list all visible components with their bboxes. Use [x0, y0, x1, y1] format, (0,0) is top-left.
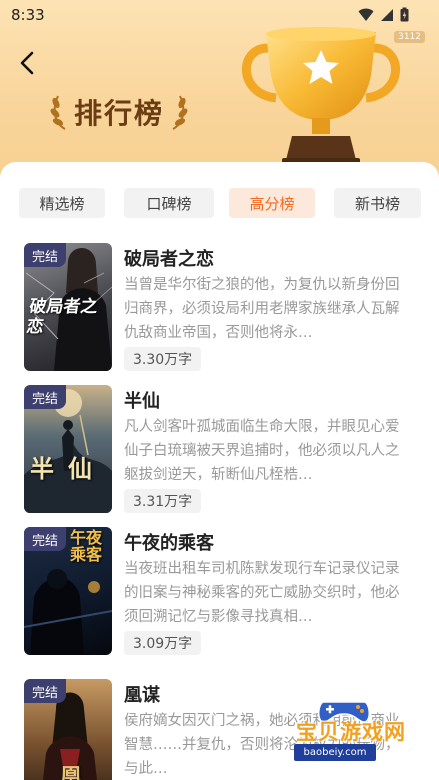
watermark: 宝贝游戏网 baobeiy.com — [288, 688, 423, 780]
book-item[interactable]: 午夜乘客 完结 午夜的乘客 当夜班出租车司机陈默发现行车记录仪记录的旧案与神秘乘… — [24, 527, 424, 657]
cover-title: 午夜乘客 — [70, 528, 103, 564]
status-badge: 完结 — [24, 527, 66, 551]
trophy-icon — [241, 27, 401, 166]
title-wrap: 排行榜 — [50, 92, 188, 132]
back-button[interactable] — [12, 48, 42, 78]
word-count: 3.30万字 — [124, 347, 202, 371]
cover-title: 破局者之恋 — [25, 297, 99, 337]
cover-title: 凰 — [60, 765, 83, 780]
book-title: 半仙 — [124, 391, 160, 412]
word-count: 3.09万字 — [124, 631, 202, 655]
book-item[interactable]: 破局者之恋 完结 破局者之恋 当曾是华尔街之狼的他，为复仇以新身份回归商界，必须… — [24, 243, 424, 373]
status-badge: 完结 — [24, 679, 66, 703]
tab-featured[interactable]: 精选榜 — [19, 188, 105, 218]
tab-reputation[interactable]: 口碑榜 — [124, 188, 214, 218]
tab-bar: 精选榜 口碑榜 高分榜 新书榜 — [19, 188, 421, 220]
watermark-url: baobeiy.com — [294, 744, 376, 761]
laurel-left-icon — [50, 95, 66, 130]
book-description: 当曾是华尔街之狼的他，为复仇以新身份回归商界，必须设局利用老牌家族继承人瓦解仇敌… — [124, 277, 400, 341]
status-badge: 完结 — [24, 385, 66, 409]
cover-title: 半仙 — [30, 455, 106, 483]
chevron-left-icon — [20, 51, 34, 75]
book-description: 当夜班出租车司机陈默发现行车记录仪记录的旧案与神秘乘客的死亡威胁交织时，他必须回… — [124, 561, 400, 625]
book-title: 午夜的乘客 — [124, 533, 214, 554]
tab-new-books[interactable]: 新书榜 — [334, 188, 421, 218]
book-cover: 凰 完结 — [24, 679, 112, 780]
book-cover: 半仙 完结 — [24, 385, 112, 513]
tab-high-score[interactable]: 高分榜 — [229, 188, 315, 218]
book-cover: 午夜乘客 完结 — [24, 527, 112, 655]
book-title: 破局者之恋 — [124, 249, 214, 270]
book-description: 凡人剑客叶孤城面临生命大限，并眼见心爱仙子白琉璃被天界追捕时，他必须以凡人之躯拔… — [124, 419, 400, 483]
book-cover: 破局者之恋 完结 — [24, 243, 112, 371]
laurel-right-icon — [172, 95, 188, 130]
watermark-text: 宝贝游戏网 — [296, 720, 406, 744]
book-item[interactable]: 半仙 完结 半仙 凡人剑客叶孤城面临生命大限，并眼见心爱仙子白琉璃被天界追捕时，… — [24, 385, 424, 515]
status-time: 8:33 — [11, 6, 45, 24]
page-title: 排行榜 — [74, 97, 165, 130]
book-title: 凰谋 — [124, 685, 160, 706]
word-count: 3.31万字 — [124, 489, 202, 513]
status-badge: 完结 — [24, 243, 66, 267]
